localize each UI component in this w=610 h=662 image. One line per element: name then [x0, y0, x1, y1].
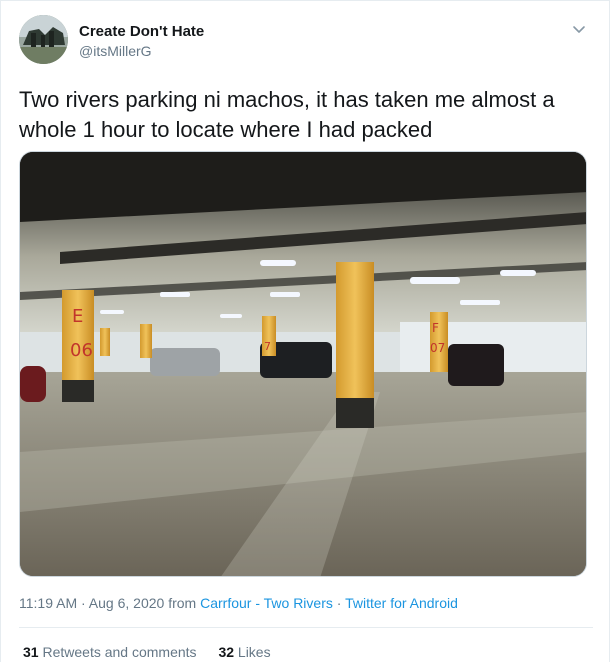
retweets-count: 31 — [23, 644, 39, 660]
tweet-date[interactable]: Aug 6, 2020 — [89, 595, 165, 611]
retweets-stat[interactable]: 31 Retweets and comments — [23, 644, 197, 660]
likes-count: 32 — [218, 644, 235, 660]
pillar-label-07: 07 — [430, 341, 445, 355]
tweet-photo[interactable]: E 06 F 07 7 — [19, 151, 587, 577]
pillar-label-06: 06 — [70, 340, 93, 361]
meta-from: from — [164, 595, 201, 611]
pillar-label-7: 7 — [264, 340, 271, 353]
parking-garage-image: E 06 F 07 7 — [20, 152, 586, 576]
tweet-text: Two rivers parking ni machos, it has tak… — [19, 87, 555, 142]
chevron-down-icon[interactable] — [571, 21, 587, 37]
avatar[interactable] — [19, 15, 68, 64]
tweet-time[interactable]: 11:19 AM — [19, 595, 77, 611]
meta-separator: · — [332, 595, 346, 611]
divider — [19, 627, 593, 628]
retweets-label: Retweets and comments — [42, 644, 197, 660]
tweet-stats: 31 Retweets and comments 32 Likes — [23, 644, 289, 660]
likes-label: Likes — [237, 644, 271, 660]
tweet-source-link[interactable]: Twitter for Android — [345, 595, 458, 611]
avatar-image — [19, 15, 68, 64]
likes-stat[interactable]: 32 Likes — [218, 644, 270, 660]
tweet-place-link[interactable]: Carrfour - Two Rivers — [200, 595, 333, 611]
tweet-meta: 11:19 AM · Aug 6, 2020 from Carrfour - T… — [19, 595, 458, 611]
tweet-card: Create Don't Hate @itsMillerG Two rivers… — [0, 0, 610, 662]
pillar-label-f: F — [432, 321, 439, 335]
meta-separator: · — [77, 595, 89, 611]
author-handle[interactable]: @itsMillerG — [79, 43, 152, 59]
author-display-name[interactable]: Create Don't Hate — [79, 23, 204, 40]
pillar-label-e: E — [72, 306, 83, 327]
